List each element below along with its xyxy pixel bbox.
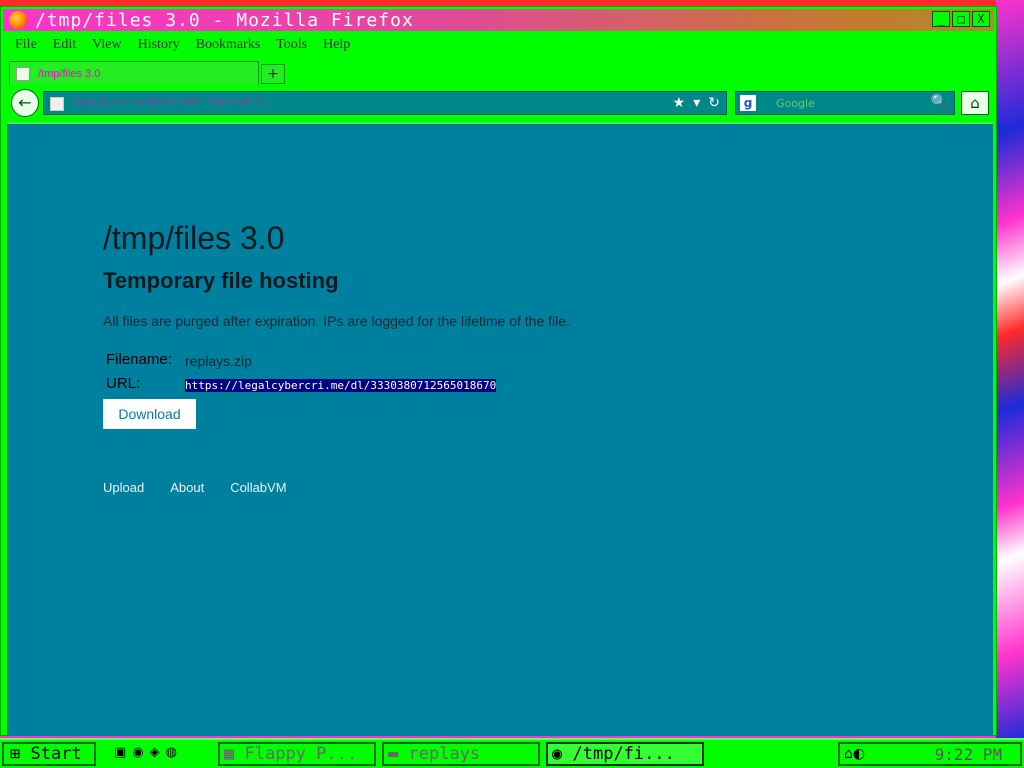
- page-content: /tmp/files 3.0 Temporary file hosting Al…: [7, 122, 993, 736]
- close-button[interactable]: X: [972, 11, 990, 27]
- menu-bookmarks[interactable]: Bookmarks: [196, 37, 261, 53]
- download-url-text[interactable]: https://legalcybercri.me/dl/333038071256…: [185, 379, 497, 392]
- home-icon[interactable]: ⌂: [961, 91, 989, 115]
- media-player-icon[interactable]: ◈: [150, 745, 160, 760]
- taskbar-item-replays[interactable]: ▬ replays: [382, 742, 540, 766]
- windows-logo-icon: ⊞: [10, 744, 21, 764]
- quick-launch: ▣ ◉ ◈ ◍: [114, 745, 177, 760]
- maximize-button[interactable]: □: [952, 11, 970, 27]
- menu-bar: File Edit View History Bookmarks Tools H…: [3, 35, 994, 55]
- menu-history[interactable]: History: [138, 37, 180, 53]
- window-titlebar[interactable]: /tmp/files 3.0 - Mozilla Firefox _ □ X: [3, 9, 994, 31]
- address-bar-icons: ★ ▾ ↻: [673, 95, 720, 111]
- window-title: /tmp/files 3.0 - Mozilla Firefox: [35, 9, 414, 31]
- start-label: Start: [30, 744, 82, 764]
- window-controls: _ □ X: [932, 11, 990, 27]
- app-thumbnail-icon: ▦: [224, 744, 235, 764]
- url-label: URL:: [106, 375, 141, 392]
- navigation-toolbar: ← legalcybercri.me/dl/333038071256501867…: [3, 87, 994, 117]
- taskbar-item-flappy[interactable]: ▦ Flappy P...: [218, 742, 376, 766]
- menu-file[interactable]: File: [15, 37, 37, 53]
- filename-value: replays.zip: [185, 353, 252, 369]
- system-tray: ⌂◐ 9:22 PM: [838, 742, 1022, 766]
- page-favicon-icon: [16, 66, 30, 81]
- taskbar-item-firefox[interactable]: ◉ /tmp/fi...: [546, 742, 704, 766]
- taskbar-item-label: replays: [408, 744, 481, 764]
- start-button[interactable]: ⊞ Start: [2, 742, 96, 766]
- page-subtitle: Temporary file hosting: [103, 268, 339, 293]
- star-icon[interactable]: ★: [673, 95, 686, 111]
- firefox-icon: [9, 11, 27, 29]
- search-icon[interactable]: 🔍: [931, 94, 948, 110]
- about-link[interactable]: About: [170, 480, 204, 495]
- new-tab-button[interactable]: +: [261, 64, 285, 84]
- chevron-down-icon[interactable]: ▾: [693, 95, 700, 111]
- browser-window: /tmp/files 3.0 - Mozilla Firefox _ □ X F…: [0, 6, 997, 736]
- filename-label: Filename:: [106, 351, 172, 368]
- search-engine-icon[interactable]: g: [740, 95, 756, 111]
- tab-active[interactable]: /tmp/files 3.0: [9, 61, 259, 85]
- taskbar-item-label: /tmp/fi...: [572, 744, 675, 764]
- collabvm-link[interactable]: CollabVM: [230, 480, 286, 495]
- network-icon[interactable]: ⌂◐: [844, 746, 865, 762]
- browser-icon[interactable]: ◉: [132, 745, 143, 760]
- tab-strip: /tmp/files 3.0 +: [3, 59, 994, 85]
- menu-edit[interactable]: Edit: [53, 37, 76, 53]
- menu-help[interactable]: Help: [323, 37, 350, 53]
- footer-links: Upload About CollabVM: [103, 480, 287, 495]
- firefox-icon: ◉: [552, 744, 563, 764]
- show-desktop-icon[interactable]: ▣: [114, 745, 126, 760]
- download-button[interactable]: Download: [103, 399, 196, 429]
- reload-icon[interactable]: ↻: [708, 95, 720, 111]
- address-bar-text[interactable]: legalcybercri.me/dl/3330380712565018670: [72, 97, 312, 108]
- page-title: /tmp/files 3.0: [103, 220, 285, 256]
- back-arrow-icon[interactable]: ←: [11, 89, 39, 117]
- taskbar: ⊞ Start ▣ ◉ ◈ ◍ ▦ Flappy P... ▬ replays …: [0, 738, 1024, 768]
- clock: 9:22 PM: [934, 745, 1002, 764]
- minimize-button[interactable]: _: [932, 11, 950, 27]
- site-identity-icon[interactable]: [50, 97, 64, 111]
- search-placeholder[interactable]: Google: [776, 97, 815, 110]
- address-bar[interactable]: legalcybercri.me/dl/3330380712565018670 …: [43, 91, 727, 115]
- taskbar-item-label: Flappy P...: [244, 744, 358, 764]
- upload-link[interactable]: Upload: [103, 480, 144, 495]
- download-url-field[interactable]: https://legalcybercri.me/dl/333038071256…: [185, 379, 565, 395]
- menu-tools[interactable]: Tools: [276, 37, 307, 53]
- desktop-background: [996, 0, 1024, 740]
- search-bar[interactable]: g Google 🔍: [735, 91, 955, 115]
- folder-icon: ▬: [388, 744, 399, 764]
- purge-notice: All files are purged after expiration. I…: [103, 313, 570, 329]
- explorer-icon[interactable]: ◍: [166, 745, 177, 760]
- menu-view[interactable]: View: [92, 37, 121, 53]
- tab-label: /tmp/files 3.0: [38, 67, 101, 80]
